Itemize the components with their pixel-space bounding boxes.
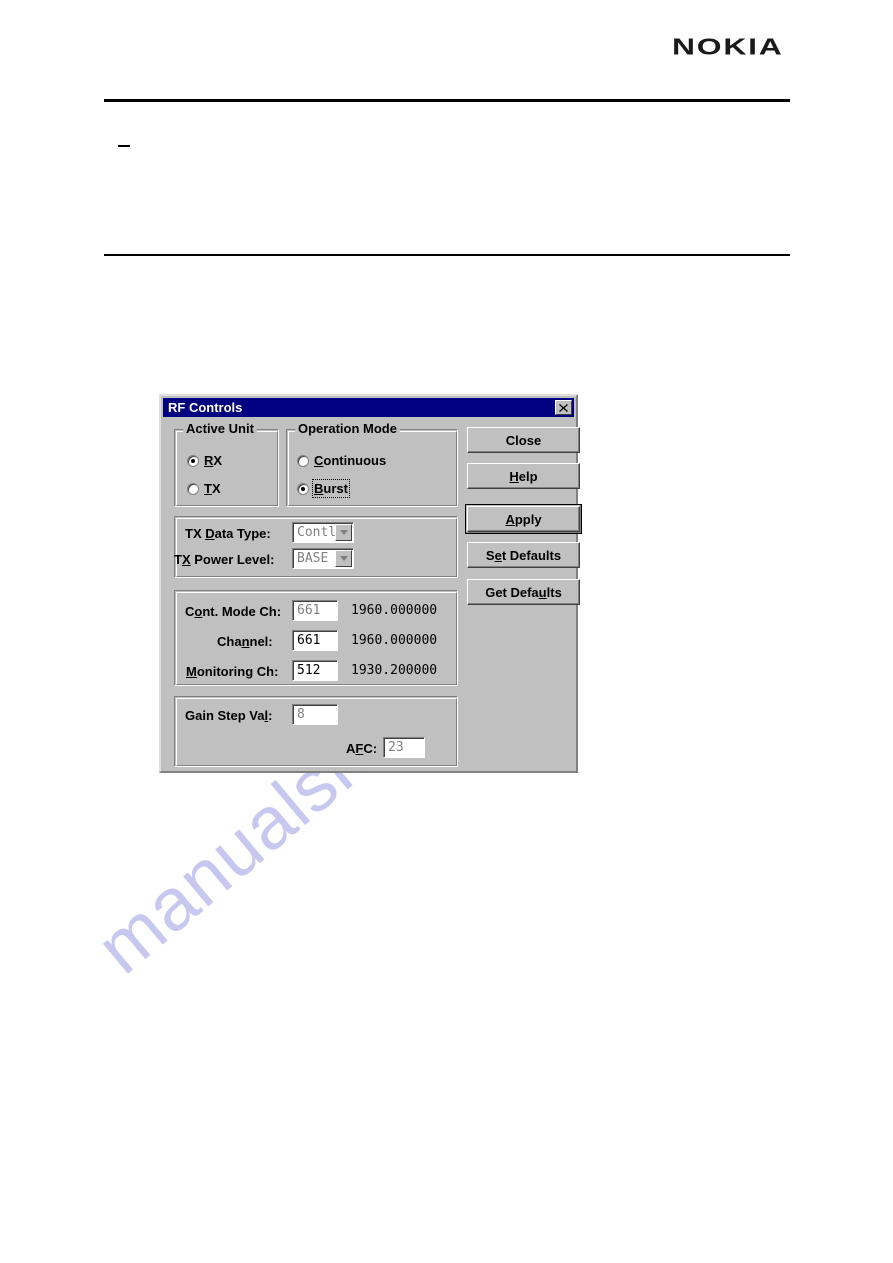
get-post: lts — [546, 584, 562, 600]
accel-x: X — [181, 552, 191, 567]
apply-rest: pply — [514, 511, 542, 527]
header-rule-bottom — [104, 254, 790, 256]
rest-rx: X — [213, 453, 223, 468]
dialog-titlebar[interactable]: RF Controls — [163, 398, 574, 417]
label-gain-step-val: Gain Step Val: — [185, 708, 272, 723]
apply-button-label: Apply — [505, 512, 541, 527]
chevron-down-icon[interactable] — [335, 524, 352, 541]
label-cont-mode-ch-post: nt. Mode Ch: — [202, 604, 282, 619]
accel-m: M — [186, 664, 197, 679]
label-tx-data-type-post: ata Type: — [214, 526, 271, 541]
radio-label-tx: TX — [204, 481, 221, 496]
radio-operation-mode-continuous[interactable]: Continuous — [297, 453, 386, 468]
label-monitoring-ch: Monitoring Ch: — [186, 664, 278, 679]
label-tx-data-type: TX Data Type: — [185, 526, 271, 541]
radio-dot-burst-icon — [297, 482, 309, 495]
accel-u: u — [538, 584, 547, 600]
label-monitoring-ch-post: onitoring Ch: — [196, 664, 279, 679]
accel-a: A — [505, 511, 515, 527]
radio-dot-continuous-icon — [297, 454, 309, 467]
label-afc: AFC: — [346, 741, 377, 756]
input-channel[interactable]: 661 — [292, 630, 338, 651]
radio-active-unit-tx[interactable]: TX — [187, 481, 221, 496]
label-cont-mode-ch-pre: C — [185, 604, 195, 619]
set-pre: S — [485, 547, 495, 563]
set-post: t Defaults — [501, 547, 562, 563]
label-gain-step-val-post: : — [268, 708, 273, 723]
accel-t: T — [204, 481, 212, 496]
accel-c: C — [314, 453, 324, 468]
rf-controls-dialog: RF Controls Active Unit RX TX Operation … — [159, 394, 582, 773]
combo-tx-data-type-value: Contl — [297, 525, 335, 540]
input-gain-step-val[interactable]: 8 — [292, 704, 338, 725]
radio-label-burst: Burst — [312, 479, 350, 498]
text-channel-frequency: 1960.000000 — [351, 633, 438, 648]
radio-label-continuous: Continuous — [314, 453, 386, 468]
operation-mode-title: Operation Mode — [295, 422, 400, 436]
close-x-icon[interactable] — [555, 400, 572, 415]
set-defaults-button[interactable]: Set Defaults — [467, 542, 580, 568]
text-cont-mode-frequency: 1960.000000 — [351, 603, 438, 618]
accel-r: R — [204, 453, 214, 468]
radio-dot-tx-icon — [187, 482, 199, 495]
header-rule-top — [104, 99, 790, 102]
label-channel: Channel: — [217, 634, 273, 649]
rest-tx: X — [211, 481, 221, 496]
accel-n: n — [241, 634, 250, 649]
accel-b: B — [314, 481, 324, 496]
get-defaults-button-label: Get Defaults — [485, 585, 562, 600]
input-monitoring-ch[interactable]: 512 — [292, 660, 338, 681]
label-tx-power-level: TX Power Level: — [174, 552, 274, 567]
label-tx-power-level-pre: T — [174, 552, 182, 567]
dialog-title: RF Controls — [168, 400, 243, 415]
help-rest: elp — [518, 468, 538, 484]
close-button[interactable]: Close — [467, 427, 580, 453]
body-dash-marker — [118, 145, 130, 147]
text-monitoring-frequency: 1930.200000 — [351, 663, 438, 678]
apply-button-inner: Apply — [467, 506, 580, 532]
label-cont-mode-ch: Cont. Mode Ch: — [185, 604, 281, 619]
get-defaults-button[interactable]: Get Defaults — [467, 579, 580, 605]
label-tx-power-level-post: Power Level: — [190, 552, 275, 567]
radio-operation-mode-burst[interactable]: Burst — [297, 479, 350, 498]
help-button[interactable]: Help — [467, 463, 580, 489]
label-channel-pre: Cha — [217, 634, 242, 649]
radio-active-unit-rx[interactable]: RX — [187, 453, 222, 468]
label-tx-data-type-pre: TX — [185, 526, 206, 541]
get-pre: Get Defa — [485, 584, 539, 600]
rest-burst: urst — [323, 481, 348, 496]
nokia-logo: NOKIA — [672, 34, 784, 60]
set-defaults-button-label: Set Defaults — [486, 548, 561, 563]
close-button-label: Close — [505, 432, 542, 448]
combo-tx-power-level[interactable]: BASE — [292, 548, 354, 569]
label-channel-post: nel: — [249, 634, 273, 649]
combo-tx-power-level-value: BASE — [297, 551, 329, 566]
apply-button[interactable]: Apply — [465, 504, 582, 534]
radio-dot-rx-icon — [187, 454, 199, 467]
combo-tx-data-type[interactable]: Contl — [292, 522, 354, 543]
label-afc-post: C: — [363, 741, 378, 756]
help-button-label: Help — [509, 469, 537, 484]
active-unit-title: Active Unit — [183, 422, 257, 436]
chevron-down-icon[interactable] — [335, 550, 352, 567]
input-afc[interactable]: 23 — [383, 737, 425, 758]
rest-continuous: ontinuous — [323, 453, 387, 468]
accel-h: H — [509, 468, 519, 484]
label-gain-step-val-pre: Gain Step Va — [185, 708, 265, 723]
accel-d: D — [205, 526, 215, 541]
input-cont-mode-ch[interactable]: 661 — [292, 600, 338, 621]
radio-label-rx: RX — [204, 453, 222, 468]
label-afc-pre: A — [346, 741, 356, 756]
accel-e: e — [494, 547, 502, 563]
